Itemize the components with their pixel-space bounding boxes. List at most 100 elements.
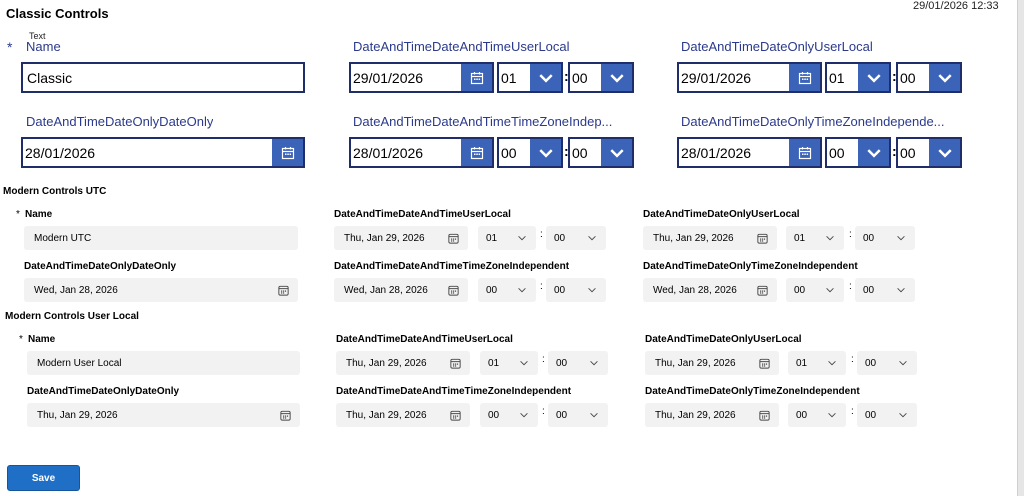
modern-utc-dateonly-user-local-minute[interactable]: 00	[855, 226, 915, 250]
modern-local-dt-user-local-minute[interactable]: 00	[548, 351, 608, 375]
chevron-down-icon[interactable]	[858, 139, 889, 166]
modern-local-dateonly-user-local-hour[interactable]: 01	[788, 351, 846, 375]
chevron-down-icon[interactable]	[895, 232, 907, 244]
modern-local-dateonly-tz-indep-minute[interactable]: 00	[857, 403, 917, 427]
modern-utc-dt-tz-indep-hour[interactable]: 00	[478, 278, 536, 302]
classic-dateonly-user-local-hour[interactable]: 01	[825, 62, 891, 93]
calendar-icon[interactable]	[756, 232, 769, 245]
modern-utc-dt-user-local-hour[interactable]: 01	[478, 226, 536, 250]
calendar-icon[interactable]	[758, 357, 771, 370]
chevron-down-icon[interactable]	[897, 357, 909, 369]
classic-dateonly-tz-indep-datepicker[interactable]: 28/01/2026	[677, 137, 822, 168]
hour-value: 00	[796, 409, 808, 421]
modern-local-dateonly-tz-indep-label: DateAndTimeDateOnlyTimeZoneIndependent	[645, 386, 860, 397]
modern-local-dt-user-local-datepicker[interactable]: Thu, Jan 29, 2026	[336, 351, 470, 375]
modern-utc-dateonly-tz-indep-minute[interactable]: 00	[855, 278, 915, 302]
hour-value: 01	[488, 357, 500, 369]
chevron-down-icon[interactable]	[826, 357, 838, 369]
modern-local-dateonly-tz-indep-datepicker[interactable]: Thu, Jan 29, 2026	[645, 403, 779, 427]
classic-name-input[interactable]: Classic	[21, 62, 305, 93]
classic-dt-tz-indep-datepicker[interactable]: 28/01/2026	[349, 137, 494, 168]
minute-value: 00	[572, 69, 588, 86]
classic-dt-tz-indep-minute[interactable]: 00	[568, 137, 634, 168]
chevron-down-icon[interactable]	[518, 357, 530, 369]
calendar-icon[interactable]	[277, 284, 290, 297]
classic-dt-user-local-minute[interactable]: 00	[568, 62, 634, 93]
modern-local-dateonly-user-local-label: DateAndTimeDateOnlyUserLocal	[645, 334, 802, 345]
chevron-down-icon[interactable]	[601, 139, 632, 166]
modern-utc-dateonly-tz-indep-datepicker[interactable]: Wed, Jan 28, 2026	[643, 278, 777, 302]
modern-local-dateonly-dateonly-datepicker[interactable]: Thu, Jan 29, 2026	[27, 403, 300, 427]
chevron-down-icon[interactable]	[588, 357, 600, 369]
chevron-down-icon[interactable]	[895, 284, 907, 296]
date-value: 28/01/2026	[681, 144, 752, 161]
chevron-down-icon[interactable]	[516, 232, 528, 244]
calendar-icon[interactable]	[449, 409, 462, 422]
modern-local-dt-tz-indep-hour[interactable]: 00	[480, 403, 538, 427]
classic-dateonly-tz-indep-minute[interactable]: 00	[896, 137, 962, 168]
modern-local-dateonly-tz-indep-hour[interactable]: 00	[788, 403, 846, 427]
calendar-icon[interactable]	[789, 139, 820, 166]
calendar-icon[interactable]	[789, 64, 820, 91]
time-colon: :	[542, 406, 545, 417]
chevron-down-icon[interactable]	[518, 409, 530, 421]
classic-dt-user-local-datepicker[interactable]: 29/01/2026	[349, 62, 494, 93]
calendar-icon[interactable]	[279, 409, 292, 422]
modern-utc-dateonly-user-local-hour[interactable]: 01	[786, 226, 844, 250]
modern-utc-dateonly-tz-indep-label: DateAndTimeDateOnlyTimeZoneIndependent	[643, 261, 858, 272]
chevron-down-icon[interactable]	[826, 409, 838, 421]
modern-utc-dateonly-tz-indep-hour[interactable]: 00	[786, 278, 844, 302]
date-value: 28/01/2026	[25, 144, 96, 161]
classic-dateonly-user-local-minute[interactable]: 00	[896, 62, 962, 93]
minute-value: 00	[865, 357, 877, 369]
chevron-down-icon[interactable]	[601, 64, 632, 91]
modern-utc-dt-user-local-minute[interactable]: 00	[546, 226, 606, 250]
modern-utc-dt-user-local-datepicker[interactable]: Thu, Jan 29, 2026	[334, 226, 468, 250]
modern-local-dt-tz-indep-datepicker[interactable]: Thu, Jan 29, 2026	[336, 403, 470, 427]
date-value: 28/01/2026	[353, 144, 424, 161]
modern-local-dt-tz-indep-minute[interactable]: 00	[548, 403, 608, 427]
modern-local-dateonly-user-local-minute[interactable]: 00	[857, 351, 917, 375]
save-button[interactable]: Save	[7, 465, 80, 491]
chevron-down-icon[interactable]	[586, 232, 598, 244]
date-value: Wed, Jan 28, 2026	[653, 284, 737, 296]
chevron-down-icon[interactable]	[824, 284, 836, 296]
hour-value: 00	[486, 284, 498, 296]
calendar-icon[interactable]	[447, 232, 460, 245]
calendar-icon[interactable]	[449, 357, 462, 370]
chevron-down-icon[interactable]	[586, 284, 598, 296]
modern-utc-dt-tz-indep-datepicker[interactable]: Wed, Jan 28, 2026	[334, 278, 468, 302]
modern-utc-name-input[interactable]: Modern UTC	[24, 226, 298, 250]
chevron-down-icon[interactable]	[897, 409, 909, 421]
modern-local-dt-user-local-hour[interactable]: 01	[480, 351, 538, 375]
modern-utc-dateonly-user-local-datepicker[interactable]: Thu, Jan 29, 2026	[643, 226, 777, 250]
modern-utc-dt-tz-indep-minute[interactable]: 00	[546, 278, 606, 302]
calendar-icon[interactable]	[461, 64, 492, 91]
calendar-icon[interactable]	[758, 409, 771, 422]
classic-dateonly-dateonly-datepicker[interactable]: 28/01/2026	[21, 137, 305, 168]
chevron-down-icon[interactable]	[588, 409, 600, 421]
date-value: 29/01/2026	[353, 69, 424, 86]
chevron-down-icon[interactable]	[929, 139, 960, 166]
modern-local-dateonly-user-local-datepicker[interactable]: Thu, Jan 29, 2026	[645, 351, 779, 375]
page-title: Classic Controls	[6, 6, 109, 21]
classic-dt-user-local-hour[interactable]: 01	[497, 62, 563, 93]
chevron-down-icon[interactable]	[530, 64, 561, 91]
calendar-icon[interactable]	[461, 139, 492, 166]
hour-value: 00	[829, 144, 845, 161]
minute-value: 00	[556, 409, 568, 421]
chevron-down-icon[interactable]	[824, 232, 836, 244]
modern-local-name-input[interactable]: Modern User Local	[27, 351, 300, 375]
calendar-icon[interactable]	[756, 284, 769, 297]
chevron-down-icon[interactable]	[858, 64, 889, 91]
modern-utc-dateonly-dateonly-datepicker[interactable]: Wed, Jan 28, 2026	[24, 278, 298, 302]
calendar-icon[interactable]	[447, 284, 460, 297]
classic-dt-tz-indep-hour[interactable]: 00	[497, 137, 563, 168]
chevron-down-icon[interactable]	[530, 139, 561, 166]
chevron-down-icon[interactable]	[516, 284, 528, 296]
required-marker: *	[7, 39, 13, 55]
chevron-down-icon[interactable]	[929, 64, 960, 91]
calendar-icon[interactable]	[272, 139, 303, 166]
classic-dateonly-user-local-datepicker[interactable]: 29/01/2026	[677, 62, 822, 93]
classic-dateonly-tz-indep-hour[interactable]: 00	[825, 137, 891, 168]
